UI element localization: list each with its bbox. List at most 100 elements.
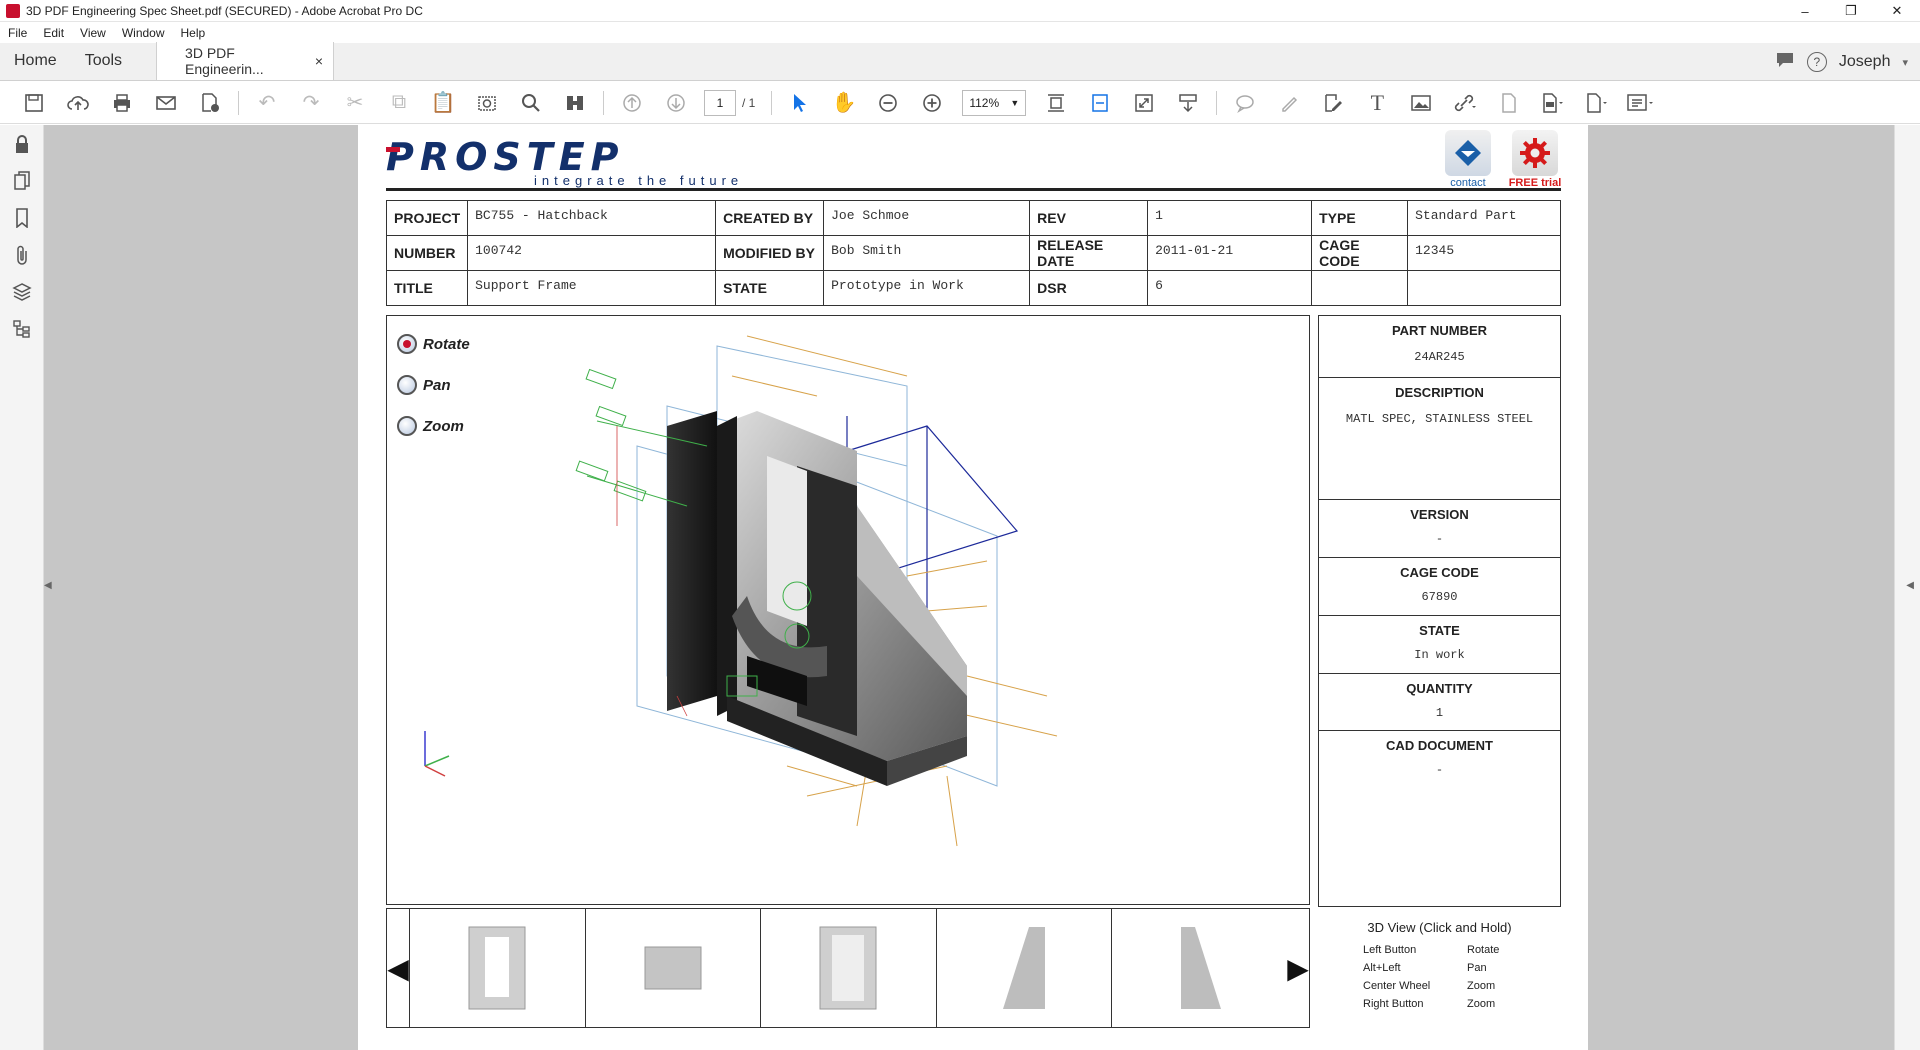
left-navigation-pane [0, 125, 44, 1050]
model-tree-icon[interactable] [0, 310, 44, 347]
tab-tools[interactable]: Tools [71, 42, 136, 80]
comment-icon[interactable] [1223, 85, 1267, 121]
expand-right-pane-icon[interactable]: ◀ [1906, 580, 1914, 591]
prop-label: CAD DOCUMENT [1386, 738, 1493, 753]
help-icon[interactable]: ? [1806, 52, 1827, 72]
user-name[interactable]: Joseph [1839, 53, 1891, 71]
meta-key: PROJECT [385, 200, 469, 236]
view-thumbnail[interactable] [409, 909, 585, 1027]
contact-icon [1445, 130, 1491, 176]
restore-button[interactable]: ❐ [1828, 0, 1874, 22]
tab-home[interactable]: Home [0, 42, 71, 80]
tab-bar: Home Tools 3D PDF Engineerin... × ? Jose… [0, 42, 1920, 81]
add-text-icon[interactable]: T [1355, 85, 1399, 121]
highlight-pen-icon[interactable] [1267, 85, 1311, 121]
view-thumbnail[interactable] [584, 909, 761, 1027]
fit-page-icon[interactable] [1034, 85, 1078, 121]
more-tools-icon[interactable] [1619, 85, 1663, 121]
header-divider [386, 188, 1561, 191]
full-screen-icon[interactable] [1122, 85, 1166, 121]
redo-icon[interactable]: ↷ [289, 85, 333, 121]
meta-key: NUMBER [385, 235, 469, 271]
search-icon[interactable] [509, 85, 553, 121]
add-image-icon[interactable] [1399, 85, 1443, 121]
lock-icon[interactable] [0, 125, 44, 162]
prop-value: - [1435, 532, 1444, 546]
view-thumbnail[interactable] [760, 909, 936, 1027]
tab-close-icon[interactable]: × [315, 53, 323, 69]
page-thumbnails-icon[interactable] [0, 162, 44, 199]
prop-value: In work [1414, 648, 1465, 662]
help-row: Right Button Zoom [1318, 995, 1561, 1013]
menu-edit[interactable]: Edit [35, 26, 72, 40]
layers-icon[interactable] [0, 273, 44, 310]
next-page-icon[interactable] [654, 85, 698, 121]
menu-view[interactable]: View [72, 26, 114, 40]
select-cursor-icon[interactable] [778, 85, 822, 121]
protect-document-icon[interactable] [188, 85, 232, 121]
menu-help[interactable]: Help [173, 26, 214, 40]
menu-window[interactable]: Window [114, 26, 173, 40]
copy-icon[interactable]: ⧉ [377, 85, 421, 121]
zoom-out-icon[interactable] [866, 85, 910, 121]
hand-tool-icon[interactable]: ✋ [822, 85, 866, 121]
tab-document[interactable]: 3D PDF Engineerin... × [156, 42, 335, 80]
create-pdf-icon[interactable] [1575, 85, 1619, 121]
part-properties-panel: PART NUMBER 24AR245 DESCRIPTION MATL SPE… [1318, 315, 1561, 907]
view-thumbnail[interactable] [1111, 909, 1287, 1027]
fit-width-icon[interactable] [1078, 85, 1122, 121]
organize-pages-icon[interactable] [1487, 85, 1531, 121]
comments-icon[interactable] [1775, 51, 1795, 74]
thumbnail-prev-arrow-icon[interactable]: ◀ [387, 909, 409, 1027]
help-input: Right Button [1363, 998, 1424, 1010]
thumbnail-next-arrow-icon[interactable]: ▶ [1287, 909, 1309, 1027]
help-row: Left Button Rotate [1318, 941, 1561, 959]
paste-icon[interactable]: 📋 [421, 85, 465, 121]
edit-pdf-icon[interactable] [1311, 85, 1355, 121]
cut-icon[interactable]: ✂ [333, 85, 377, 121]
help-input: Left Button [1363, 944, 1417, 956]
scroll-mode-icon[interactable] [1166, 85, 1210, 121]
window-titlebar: 3D PDF Engineering Spec Sheet.pdf (SECUR… [0, 0, 1920, 22]
collapse-left-pane-icon[interactable]: ◀ [44, 580, 52, 591]
link-icon[interactable] [1443, 85, 1487, 121]
table-row: TITLE Support Frame STATE Prototype in W… [385, 270, 1561, 306]
zoom-level-select[interactable]: 112% ▼ [962, 89, 1027, 116]
help-input: Alt+Left [1363, 962, 1401, 974]
upload-cloud-icon[interactable] [56, 85, 100, 121]
export-pdf-icon[interactable] [1531, 85, 1575, 121]
bookmark-icon[interactable] [0, 199, 44, 236]
close-window-button[interactable]: ✕ [1874, 0, 1920, 22]
chevron-down-icon[interactable]: ▾ [1902, 56, 1908, 69]
page-number-input[interactable]: 1 [704, 89, 736, 116]
email-icon[interactable] [144, 85, 188, 121]
view-thumbnail[interactable] [935, 909, 1112, 1027]
snapshot-icon[interactable] [465, 85, 509, 121]
prop-part-number: PART NUMBER 24AR245 [1319, 316, 1560, 378]
prop-version: VERSION - [1319, 500, 1560, 558]
toolbar-separator [238, 90, 239, 115]
minimize-button[interactable]: – [1782, 0, 1828, 22]
meta-value: Support Frame [467, 270, 717, 306]
meta-value: Bob Smith [823, 235, 1031, 271]
zoom-in-icon[interactable] [910, 85, 954, 121]
compare-icon[interactable] [553, 85, 597, 121]
metadata-table: PROJECT BC755 - Hatchback CREATED BY Joe… [385, 200, 1561, 306]
meta-key: TYPE [1311, 200, 1409, 236]
3d-model-viewer[interactable]: Rotate Pan Zoom [386, 315, 1310, 905]
attachment-icon[interactable] [0, 236, 44, 273]
menu-file[interactable]: File [0, 26, 35, 40]
help-action: Zoom [1467, 998, 1496, 1010]
free-trial-button[interactable]: FREE trial [1508, 130, 1562, 189]
contact-button[interactable]: contact [1443, 130, 1493, 189]
previous-page-icon[interactable] [610, 85, 654, 121]
meta-key [1311, 270, 1409, 306]
meta-value: 12345 [1407, 235, 1561, 271]
prop-label: STATE [1419, 623, 1460, 638]
undo-icon[interactable]: ↶ [245, 85, 289, 121]
prop-label: QUANTITY [1406, 681, 1473, 696]
print-icon[interactable] [100, 85, 144, 121]
3d-support-frame-model[interactable] [387, 316, 1310, 905]
save-icon[interactable] [12, 85, 56, 121]
help-action: Zoom [1467, 980, 1496, 992]
